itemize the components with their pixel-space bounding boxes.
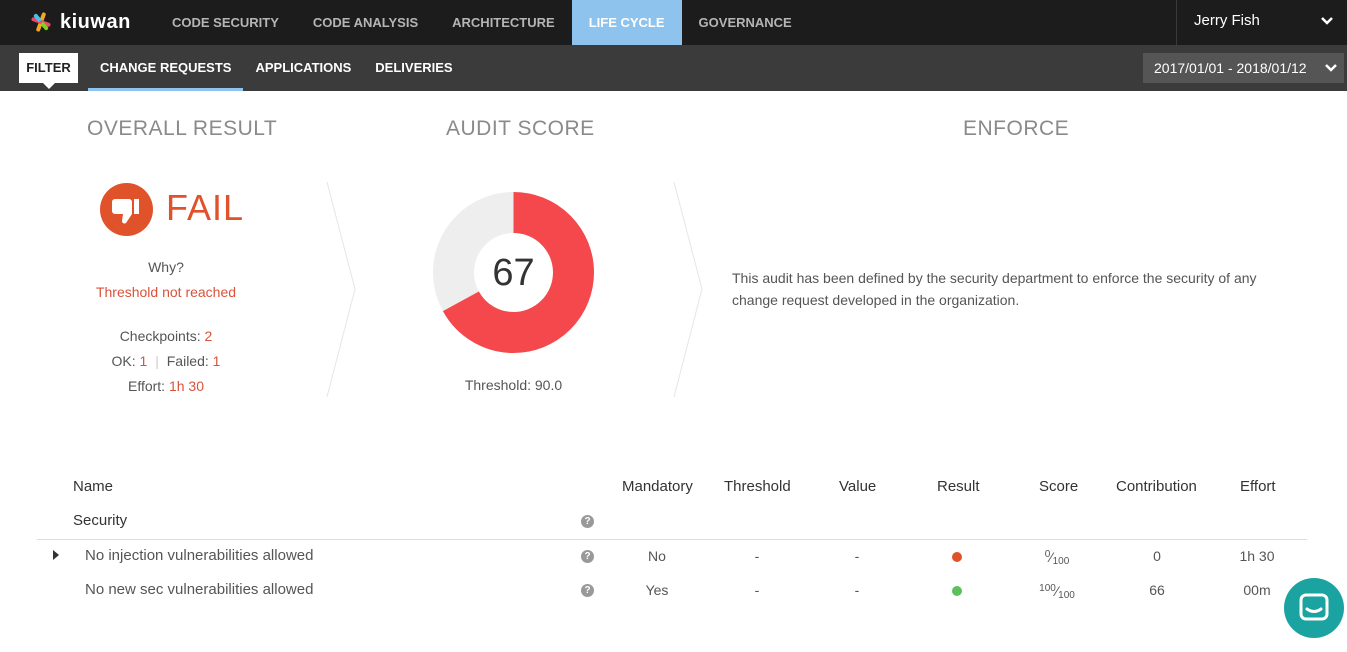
ok-failed-line: OK: 1 | Failed: 1 [66, 353, 266, 369]
group-name: Security [73, 512, 128, 529]
col-header-contribution: Contribution [1116, 478, 1197, 495]
help-icon[interactable]: ? [581, 550, 594, 563]
result-status: FAIL [166, 187, 245, 228]
checkpoints-value: 2 [204, 328, 213, 344]
main-nav: CODE SECURITY CODE ANALYSIS ARCHITECTURE… [155, 0, 809, 45]
col-header-score: Score [1039, 478, 1079, 495]
separator: | [155, 353, 159, 369]
audit-score-value: 67 [492, 252, 535, 294]
nav-architecture[interactable]: ARCHITECTURE [435, 0, 572, 45]
row-name: No new sec vulnerabilities allowed [85, 581, 314, 598]
tab-deliveries[interactable]: DELIVERIES [363, 45, 464, 91]
row-mandatory: Yes [645, 582, 669, 598]
threshold-label: Threshold: 90.0 [464, 377, 563, 393]
row-effort: 1h 30 [1239, 548, 1275, 564]
col-header-value: Value [839, 478, 877, 495]
sub-navbar: FILTER CHANGE REQUESTS APPLICATIONS DELI… [0, 45, 1347, 91]
overall-result-title: OVERALL RESULT [87, 117, 278, 140]
effort-label: Effort: [127, 378, 166, 394]
help-icon[interactable]: ? [581, 584, 594, 597]
score-numerator: 0 [1044, 549, 1051, 560]
nav-code-security[interactable]: CODE SECURITY [155, 0, 296, 45]
score-denominator: 100 [1052, 556, 1070, 567]
why-label: Why? [148, 259, 184, 275]
failed-label: Failed: [166, 353, 209, 369]
thumbs-down-icon [100, 183, 153, 236]
filter-button[interactable]: FILTER [19, 53, 78, 83]
result-status-dot [952, 586, 962, 596]
kiuwan-logo[interactable]: kiuwan [30, 9, 131, 35]
nav-governance[interactable]: GOVERNANCE [682, 0, 809, 45]
checkpoints-line: Checkpoints: 2 [66, 328, 266, 344]
col-header-threshold: Threshold [724, 478, 791, 495]
section-divider [326, 182, 356, 397]
nav-code-analysis[interactable]: CODE ANALYSIS [296, 0, 435, 45]
kiuwan-logo-icon [31, 12, 51, 32]
date-range-select[interactable]: 2017/01/01 - 2018/01/12 [1143, 53, 1344, 83]
expand-row-icon[interactable] [53, 550, 59, 560]
row-contribution: 66 [1149, 582, 1165, 598]
chat-icon [1299, 593, 1329, 621]
checkpoints-label: Checkpoints: [119, 328, 201, 344]
row-name: No injection vulnerabilities allowed [85, 547, 314, 564]
user-menu[interactable]: Jerry Fish [1176, 0, 1347, 45]
result-status-dot [952, 552, 962, 562]
why-reason[interactable]: Threshold not reached [66, 284, 266, 300]
chat-button[interactable] [1284, 578, 1344, 638]
row-effort: 00m [1243, 582, 1271, 598]
score-numerator: 100 [1039, 583, 1056, 594]
ok-label: OK: [111, 353, 136, 369]
effort-value: 1h 30 [168, 378, 205, 394]
help-icon[interactable]: ? [581, 515, 594, 528]
nav-life-cycle[interactable]: LIFE CYCLE [571, 0, 682, 45]
row-score: 0⁄100 [1027, 549, 1087, 567]
col-header-mandatory: Mandatory [622, 478, 693, 495]
row-threshold: - [754, 582, 760, 598]
enforce-description: This audit has been defined by the secur… [732, 270, 1257, 308]
section-divider [673, 182, 703, 397]
chevron-down-icon [1325, 64, 1337, 72]
date-range-value: 2017/01/01 - 2018/01/12 [1154, 60, 1307, 76]
table-divider [37, 539, 1307, 540]
user-name: Jerry Fish [1194, 12, 1260, 29]
row-value: - [854, 582, 860, 598]
ok-value: 1 [139, 353, 148, 369]
row-threshold: - [754, 548, 760, 564]
chevron-down-icon [1321, 17, 1333, 25]
row-value: - [854, 548, 860, 564]
audit-score-title: AUDIT SCORE [446, 117, 595, 140]
effort-line: Effort: 1h 30 [66, 378, 266, 394]
row-mandatory: No [648, 548, 666, 564]
col-header-name: Name [73, 478, 114, 495]
tab-applications[interactable]: APPLICATIONS [243, 45, 363, 91]
row-score: 100⁄100 [1027, 583, 1087, 601]
sub-nav: CHANGE REQUESTS APPLICATIONS DELIVERIES [88, 45, 465, 91]
filter-caret-icon [43, 83, 55, 89]
logo-text: kiuwan [60, 10, 131, 33]
col-header-result: Result [937, 478, 980, 495]
enforce-title: ENFORCE [963, 117, 1070, 140]
col-header-effort: Effort [1240, 478, 1276, 495]
top-navbar: kiuwan CODE SECURITY CODE ANALYSIS ARCHI… [0, 0, 1347, 45]
score-denominator: 100 [1058, 590, 1075, 601]
tab-change-requests[interactable]: CHANGE REQUESTS [88, 45, 244, 91]
failed-value: 1 [212, 353, 221, 369]
row-contribution: 0 [1153, 548, 1161, 564]
